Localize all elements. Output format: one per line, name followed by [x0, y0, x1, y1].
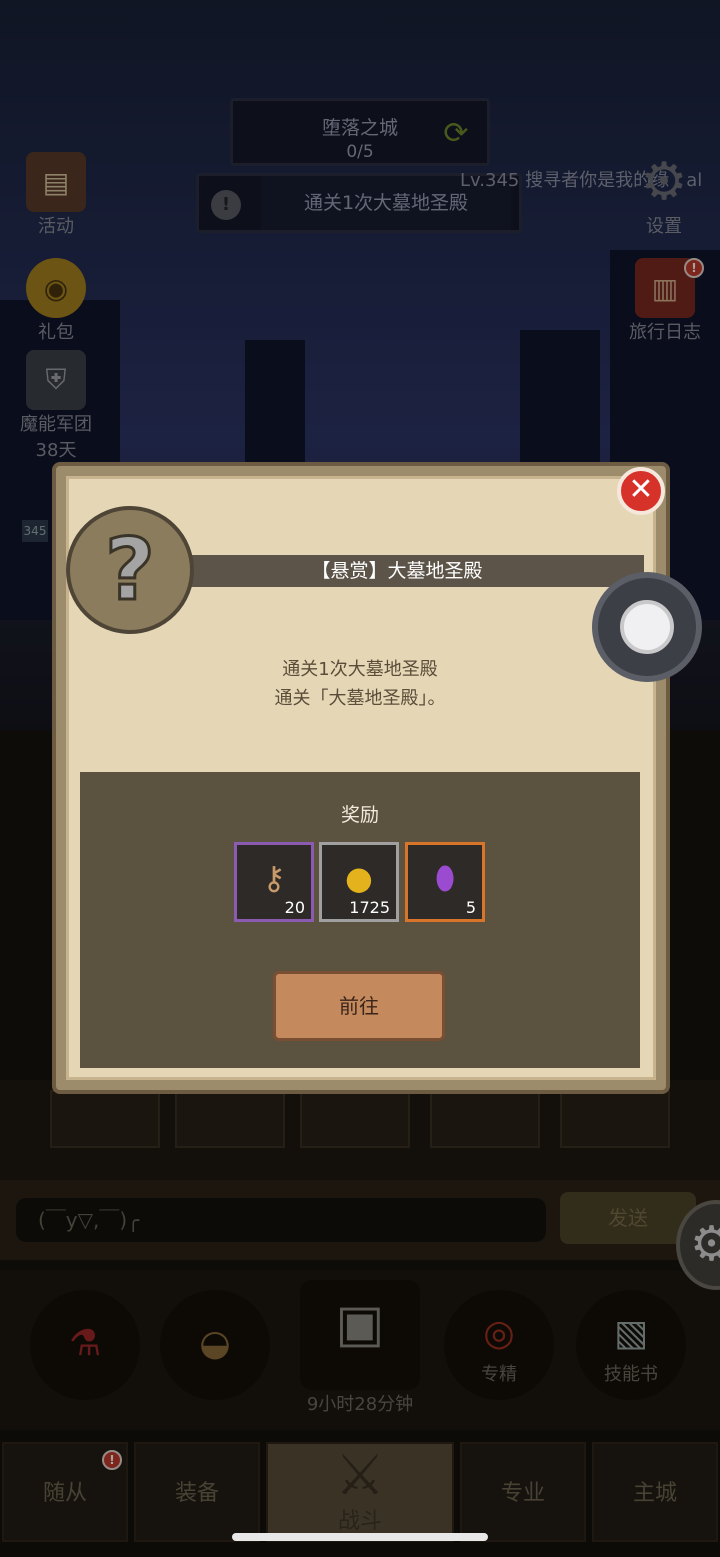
reward-count: 5: [465, 898, 476, 917]
assistive-dot: [620, 600, 674, 654]
reward-item-gem[interactable]: ⬮ 5: [405, 842, 485, 922]
reward-item-key[interactable]: ⚷ 20: [234, 842, 314, 922]
floating-assistive-button[interactable]: [592, 572, 702, 682]
gold-coin-icon: ●: [345, 859, 373, 897]
question-mark-icon: ?: [104, 519, 157, 622]
bounty-description: 通关1次大墓地圣殿 通关「大墓地圣殿」。: [80, 655, 640, 713]
quest-portrait: ?: [66, 506, 194, 634]
bounty-title: 【悬赏】大墓地圣殿: [150, 555, 644, 587]
home-indicator[interactable]: [232, 1533, 488, 1541]
close-button[interactable]: ✕: [617, 467, 665, 515]
goto-button[interactable]: 前往: [273, 971, 445, 1041]
bounty-desc-line1: 通关1次大墓地圣殿: [282, 659, 438, 680]
reward-title: 奖励: [340, 804, 379, 826]
key-icon: ⚷: [262, 859, 286, 897]
purple-gem-icon: ⬮: [434, 859, 456, 897]
bounty-desc-line2: 通关「大墓地圣殿」。: [274, 688, 446, 709]
reward-count: 20: [284, 898, 305, 917]
reward-count: 1725: [349, 898, 390, 917]
reward-item-gold[interactable]: ● 1725: [319, 842, 399, 922]
